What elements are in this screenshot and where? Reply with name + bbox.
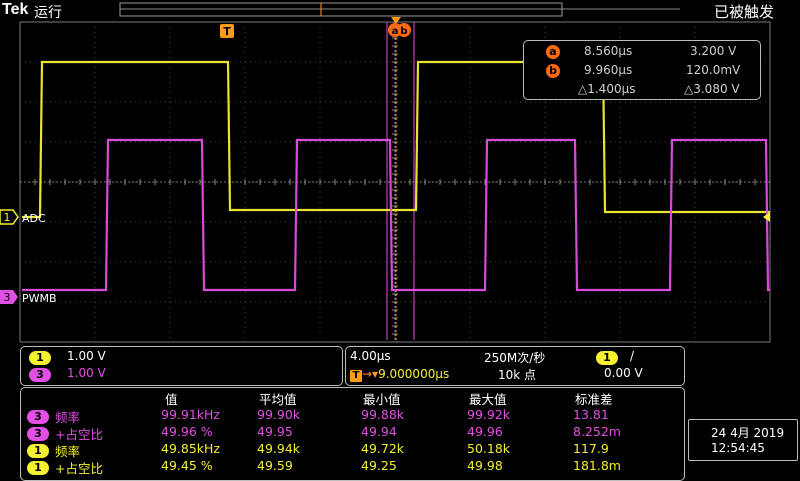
record-view-bar[interactable] [119,2,680,17]
measurement-row[interactable]: 3 频率 99.91kHz 99.90k 99.88k 99.92k 13.81 [21,407,681,425]
measurement-max: 49.98 [467,458,503,473]
trigger-time-marker[interactable]: T [220,24,234,38]
measurement-max: 99.92k [467,407,511,422]
cursor-a-icon: a [546,45,560,59]
cursor-b-icon: b [546,64,560,78]
measurement-min: 99.88k [361,407,405,422]
record-length[interactable]: 10k 点 [498,366,536,383]
measurement-min: 49.72k [361,441,405,456]
measurement-min: 49.25 [361,458,397,473]
cursor-readout[interactable]: a 8.560µs 3.200 V b 9.960µs 120.0mV △1.4… [523,40,761,100]
sample-rate: 250M次/秒 [484,351,546,365]
measurement-max: 49.96 [467,424,503,439]
svg-text:1: 1 [4,211,11,224]
channel-scale-panel[interactable]: 1 1.00 V 3 1.00 V [20,346,343,386]
channel-3-badge[interactable]: 3 [29,368,51,382]
trigger-point-marker [391,17,401,24]
channel-1-marker[interactable]: 1 ADC [0,209,46,225]
header-std: 标准差 [575,392,613,407]
measurement-min: 49.94 [361,424,397,439]
cursor-ab-marker[interactable]: a b [388,23,411,37]
cursor-a-time: 8.560µs [584,44,633,58]
measurement-max: 50.18k [467,441,511,456]
trigger-position[interactable]: 9.000000µs [378,367,449,381]
time-display: 12:54:45 [711,441,765,455]
channel-3-marker[interactable]: 3 PWMB [0,290,57,305]
measurement-value: 49.45 % [161,458,213,473]
measurement-std: 13.81 [573,407,609,422]
measurement-value: 99.91kHz [161,407,220,422]
measurement-std: 117.9 [573,441,609,456]
measurement-source-badge: 1 [27,444,49,458]
header-value: 值 [165,392,178,407]
measurement-mean: 49.95 [257,424,293,439]
cursor-delta-value: △3.080 V [684,82,740,96]
measurement-value: 49.96 % [161,424,213,439]
measurement-source-badge: 1 [27,461,49,475]
channel-1-scale[interactable]: 1.00 V [67,349,106,363]
datetime-panel[interactable]: 24 4月 2019 12:54:45 [688,419,798,461]
measurement-source-badge: 3 [27,427,49,441]
measurement-row[interactable]: 1 频率 49.85kHz 49.94k 49.72k 50.18k 117.9 [21,441,681,459]
horizontal-scale[interactable]: 4.00µs [350,349,391,363]
cursor-a-value: 3.200 V [690,44,737,58]
cursor-b-time: 9.960µs [584,63,633,77]
measurement-row[interactable]: 1 +占空比 49.45 % 49.59 49.25 49.98 181.8m [21,458,681,476]
channel-3-scale[interactable]: 1.00 V [67,366,106,380]
timebase-trigger-panel[interactable]: 4.00µs 250M次/秒 1 / T →▾9.000000µs 10k 点 0… [345,346,685,386]
svg-text:T: T [223,25,231,38]
measurement-table[interactable]: 值 平均值 最小值 最大值 标准差 3 频率 99.91kHz 99.90k 9… [20,387,685,481]
cursor-b-value: 120.0mV [686,63,741,77]
measurement-mean: 49.94k [257,441,301,456]
measurement-mean: 99.90k [257,407,301,422]
channel-1-label: ADC [22,212,46,225]
svg-text:b: b [400,26,407,37]
measurement-row[interactable]: 3 +占空比 49.96 % 49.95 49.94 49.96 8.252m [21,424,681,442]
measurement-std: 8.252m [573,424,621,439]
trigger-source-badge[interactable]: 1 [596,351,618,365]
header-mean: 平均值 [259,392,297,407]
trigger-arrow-icon: →▾ [362,367,379,381]
date-display: 24 4月 2019 [711,426,785,440]
measurement-std: 181.8m [573,458,621,473]
svg-text:3: 3 [4,291,11,304]
channel-1-badge[interactable]: 1 [29,351,51,365]
measurement-name: +占空比 [55,461,103,476]
svg-text:a: a [392,26,399,37]
measurement-value: 49.85kHz [161,441,220,456]
channel-3-label: PWMB [22,292,57,305]
measurement-source-badge: 3 [27,410,49,424]
trigger-delay-icon: T [350,370,362,382]
measurement-mean: 49.59 [257,458,293,473]
header-min: 最小值 [363,392,401,407]
cursor-delta-time: △1.400µs [578,82,636,96]
trigger-slope-icon[interactable]: / [630,349,634,363]
trigger-level[interactable]: 0.00 V [604,366,643,380]
header-max: 最大值 [469,392,507,407]
